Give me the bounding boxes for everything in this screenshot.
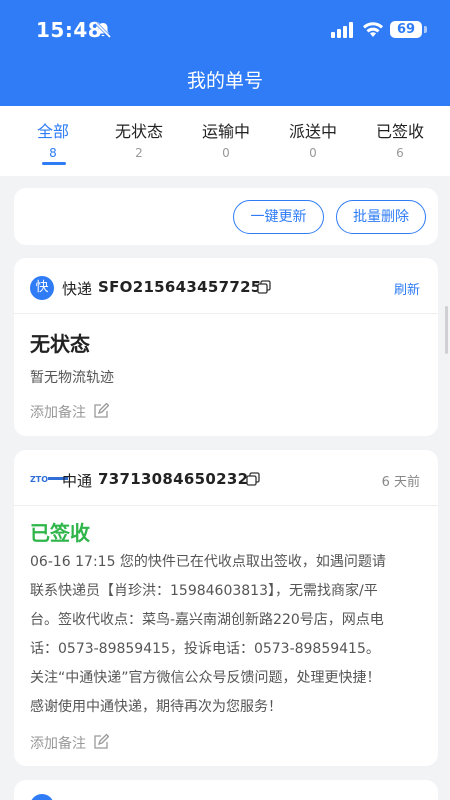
battery-indicator: 69 (390, 21, 422, 38)
tab-label: 派送中 (288, 122, 337, 141)
copy-icon[interactable] (257, 280, 271, 294)
shipment-card[interactable] (14, 780, 438, 800)
tab-all[interactable]: 全部 8 (13, 118, 93, 160)
tracking-detail-line: 台。签收代收点：菜鸟-嘉兴南湖创新路220号店，网点电 (30, 612, 384, 628)
page-title: 我的单号 (186, 70, 263, 92)
tab-no-status[interactable]: 无状态 2 (99, 118, 179, 160)
tab-signed[interactable]: 已签收 6 (360, 118, 440, 160)
update-all-button[interactable]: 一键更新 (233, 200, 324, 234)
shipment-status: 已签收 (30, 521, 90, 545)
tracking-detail-line: 感谢使用中通快递，期待再次为您服务！ (30, 699, 282, 715)
tab-count: 8 (49, 146, 57, 160)
tab-count: 2 (135, 146, 143, 160)
shipment-card-header: ZTO 中通 73713084650232 6 天前 (14, 450, 438, 506)
active-tab-indicator (42, 162, 66, 165)
svg-text:ZTO: ZTO (30, 475, 48, 484)
tracking-detail-line: 关注“中通快递”官方微信公众号反馈问题，处理更快捷！ (30, 670, 381, 686)
tracking-detail: 暂无物流轨迹 (30, 370, 114, 386)
add-remark[interactable]: 添加备注 (30, 402, 110, 422)
shipment-card[interactable]: 快 快递 SFO215643457725 刷新 无状态 暂无物流轨迹 添加备注 (14, 258, 438, 436)
tab-count: 6 (396, 146, 404, 160)
tracking-detail-line: 话：0573-89859415，投诉电话：0573-89859415。 (30, 641, 380, 657)
add-remark-label: 添加备注 (30, 736, 86, 752)
copy-icon[interactable] (246, 472, 260, 486)
add-remark-label: 添加备注 (30, 405, 86, 421)
cellular-signal-icon (331, 22, 353, 38)
tracking-number: SFO215643457725 (98, 278, 262, 296)
tab-label: 无状态 (114, 122, 163, 141)
bell-muted-icon (94, 21, 112, 39)
tab-count: 0 (309, 146, 317, 160)
tab-in-transit[interactable]: 运输中 0 (186, 118, 266, 160)
tab-out-for-delivery[interactable]: 派送中 0 (273, 118, 353, 160)
tracking-number: 73713084650232 (98, 470, 249, 488)
last-updated: 6 天前 (381, 475, 420, 490)
batch-delete-button[interactable]: 批量删除 (336, 200, 426, 234)
edit-icon (94, 734, 110, 749)
shipment-card[interactable]: ZTO 中通 73713084650232 6 天前 已签收 06-16 17:… (14, 450, 438, 766)
tab-count: 0 (222, 146, 230, 160)
edit-icon (94, 403, 110, 418)
tab-label: 已签收 (375, 122, 424, 141)
battery-cap (424, 26, 427, 33)
tab-label: 运输中 (201, 122, 250, 141)
carrier-name: 中通 (62, 472, 93, 490)
shipment-status: 无状态 (30, 332, 90, 356)
tracking-detail: 06-16 17:15 您的快件已在代收点取出签收，如遇问题请 联系快递员【肖珍… (30, 548, 426, 722)
refresh-link[interactable]: 刷新 (394, 279, 420, 298)
tracking-detail-line: 联系快递员【肖珍洪：15984603813】，无需找商家/平 (30, 583, 378, 599)
add-remark[interactable]: 添加备注 (30, 733, 110, 753)
status-tabs: 全部 8 无状态 2 运输中 0 派送中 0 已签收 6 (0, 106, 450, 176)
actions-card: 一键更新 批量删除 (14, 188, 438, 245)
carrier-name: 快递 (62, 280, 93, 298)
tab-label: 全部 (36, 122, 69, 141)
wifi-icon (363, 22, 383, 37)
shipment-card-header: 快 快递 SFO215643457725 刷新 (14, 258, 438, 314)
status-bar: 15:48 69 (0, 0, 450, 60)
tracking-detail-line: 06-16 17:15 您的快件已在代收点取出签收，如遇问题请 (30, 554, 386, 570)
scrollbar[interactable] (445, 306, 448, 354)
carrier-badge: 快 (30, 276, 54, 300)
header: 15:48 69 我的单号 (0, 0, 450, 106)
status-time: 15:48 (36, 18, 103, 42)
